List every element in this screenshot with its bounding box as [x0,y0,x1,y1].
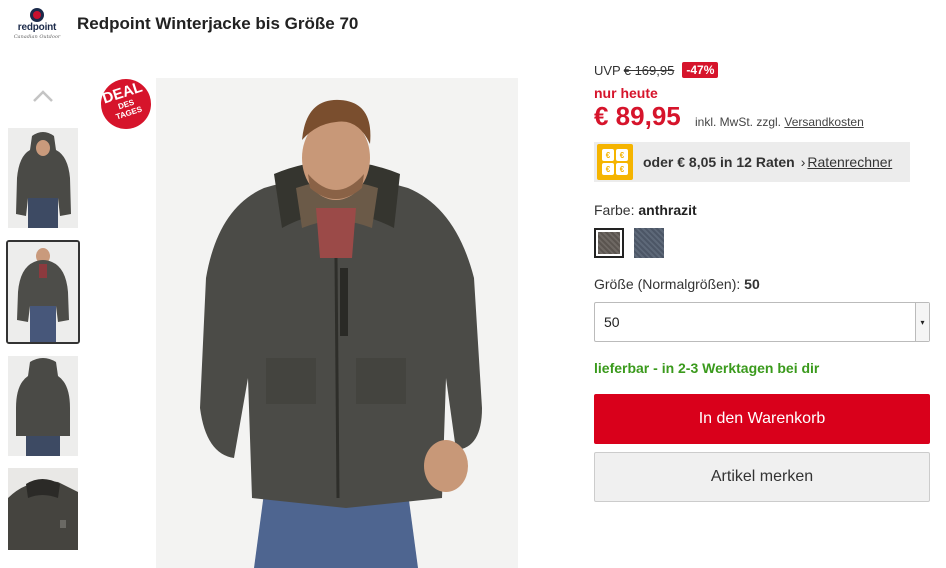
availability-status: lieferbar - in 2-3 Werktagen bei dir [594,360,820,376]
thumbnail-3[interactable] [8,356,78,456]
logo-mark-icon [30,8,44,22]
color-label-text: Farbe: [594,202,635,218]
current-price: € 89,95 [594,101,681,131]
chevron-up-icon[interactable] [32,88,54,104]
uvp-label: UVP [594,62,621,78]
thumbnail-2[interactable] [6,240,80,344]
dropdown-arrow-icon[interactable]: ▾ [915,303,929,341]
brand-name: redpoint [17,22,57,33]
uvp-price: € 169,95 [623,62,675,78]
financing-text: oder € 8,05 in 12 Raten [643,154,795,170]
color-selected: anthrazit [638,202,697,218]
add-to-cart-button[interactable]: In den Warenkorb [594,394,930,444]
brand-tagline: Canadian Outdoor [13,34,61,40]
financing-box[interactable]: € € € € oder € 8,05 in 12 Raten › Ratenr… [594,142,910,182]
size-select-value: 50 [604,314,620,330]
thumbnail-1[interactable] [8,128,78,228]
thumbnail-4[interactable] [8,468,78,550]
discount-badge: -47% [682,62,719,78]
uvp-row: UVP € 169,95 -47% [594,62,719,78]
color-swatch-blue[interactable] [634,228,664,258]
color-swatch-anthrazit[interactable] [594,228,624,258]
swatch-fill [598,232,620,254]
today-label: nur heute [594,85,658,101]
product-image[interactable] [156,78,518,568]
color-label: Farbe: anthrazit [594,202,697,218]
chevron-right-icon: › [800,154,806,170]
page-title: Redpoint Winterjacke bis Größe 70 [77,14,359,33]
wishlist-button[interactable]: Artikel merken [594,452,930,502]
tax-note: inkl. MwSt. zzgl. Versandkosten [695,115,864,129]
shipping-link[interactable]: Versandkosten [784,115,863,129]
size-label-text: Größe (Normalgrößen): [594,276,741,292]
tax-note-text: inkl. MwSt. zzgl. [695,115,782,129]
size-selected: 50 [744,276,760,292]
deal-badge: DEAL DES TAGES [94,72,158,136]
rate-calculator-link[interactable]: Ratenrechner [807,154,892,170]
size-select[interactable]: 50 ▾ [594,302,930,342]
size-label: Größe (Normalgrößen): 50 [594,276,760,292]
installment-icon: € € € € [597,144,633,180]
brand-logo[interactable]: redpoint Canadian Outdoor [10,8,62,42]
